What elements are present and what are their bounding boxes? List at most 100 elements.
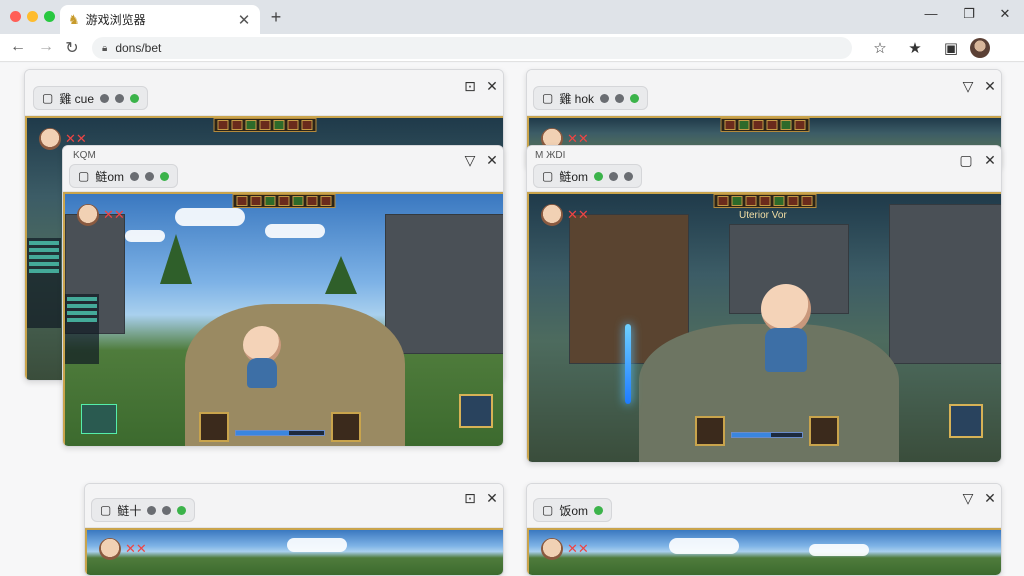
back-icon[interactable]: ← [8,38,28,56]
ability-slot[interactable] [199,412,229,442]
tab-title: 游戏浏览器 [85,13,146,27]
window-tab-pill[interactable]: ▢ 雞 hok [533,86,649,110]
star-icon[interactable]: ☆ [870,39,890,57]
status-dot [609,171,619,181]
magic-beam [625,324,631,404]
window-maximize-icon[interactable]: ▢ [957,152,975,169]
player-portrait [541,538,563,560]
window-pin-icon[interactable]: ▽ [461,152,479,169]
window-close-icon[interactable]: ✕ [483,152,501,169]
status-dot [147,505,157,515]
address-input[interactable] [115,41,716,55]
side-panel [27,238,61,328]
game-viewport[interactable]: ✕✕ [63,192,503,446]
window-title: 饭om [559,503,589,518]
ability-slot[interactable] [809,416,839,446]
game-window-3[interactable]: KQM ▢ 鲢om ▽ ✕ ✕✕ [62,145,504,447]
game-window-4[interactable]: M ЖDI ▢ 鲢om ▢ ✕ Uterior Vor ✕✕ [526,145,1002,463]
window-tab-pill[interactable]: ▢ 鲢om [69,164,179,188]
extension-icon[interactable]: ★ [905,39,925,57]
address-bar[interactable]: 🔒︎ [92,37,852,59]
status-dot-green [177,505,187,515]
window-pin-icon[interactable]: ▽ [959,490,977,507]
cloud [809,544,869,556]
game-viewport[interactable]: ✕✕ [527,528,1001,575]
game-window-5[interactable]: ▢ 鲢十 ⊡ ✕ ✕✕ [84,483,504,576]
ability-slot[interactable] [695,416,725,446]
status-dot [624,171,634,181]
tab-strip: ♞ 游戏浏览器 ✕ + — ❐ ✕ [0,0,1024,34]
close-button[interactable]: ✕ [994,6,1016,22]
player-portrait [99,538,121,560]
status-dot [600,93,610,103]
window-tab-pill[interactable]: ▢ 雞 cue [33,86,149,110]
window-header: ▢ 雞 hok ▽ ✕ [527,70,1001,116]
sidebar-icon[interactable]: ▣ [941,39,961,57]
new-tab-button[interactable]: + [266,7,286,28]
window-close-icon[interactable]: ✕ [981,78,999,95]
status-dot-green [130,93,140,103]
window-pin-icon[interactable]: ⊡ [461,78,479,95]
hud-top-bar [232,194,336,208]
status-dot-green [594,171,604,181]
status-dot-green [594,505,604,515]
window-title: 雞 cue [59,91,95,106]
folder-icon: ▢ [542,91,554,105]
window-close-icon[interactable]: ✕ [981,490,999,507]
cloud [125,230,165,242]
mana-bar [731,432,803,438]
minimap[interactable] [81,404,117,434]
hud-top-bar [720,118,810,132]
tree [325,256,357,294]
maximize-window-dot[interactable] [44,11,55,22]
hud-top-bar [713,194,817,208]
status-dot [145,171,155,181]
stone-house [889,204,1001,364]
stone-house [385,214,503,354]
window-close-icon[interactable]: ✕ [483,78,501,95]
window-tab-pill[interactable]: ▢ 鲢om [533,164,643,188]
reload-icon[interactable]: ↻ [62,38,82,58]
window-pin-icon[interactable]: ⊡ [461,490,479,507]
weapon-slot[interactable] [949,404,983,438]
tab-close-icon[interactable]: ✕ [236,11,252,29]
weapon-slot[interactable] [459,394,493,428]
cloud [669,538,739,554]
close-window-dot[interactable] [10,11,21,22]
status-dot-green [630,93,640,103]
player-portrait [541,204,563,226]
window-close-icon[interactable]: ✕ [981,152,999,169]
cloud [287,538,347,552]
status-dot [100,93,110,103]
window-tab-pill[interactable]: ▢ 鲢十 [91,498,196,522]
window-title: 雞 hok [559,91,595,106]
area-banner: Uterior Vor [739,210,787,221]
window-title: 鲢om [559,169,589,184]
profile-avatar[interactable] [970,38,990,58]
window-tab-pill[interactable]: ▢ 饭om [533,498,613,522]
window-header: KQM ▢ 鲢om ▽ ✕ [63,146,503,192]
hud-mark: ✕✕ [125,542,147,557]
game-viewport[interactable]: ✕✕ [85,528,503,575]
page-content: ▢ 雞 cue ⊡ ✕ ✕✕ ▢ 雞 hok ▽ ✕ ✕✕ KQM ▢ 鲢om … [0,63,1024,576]
lock-icon: 🔒︎ [102,42,108,54]
restore-button[interactable]: ❐ [958,6,980,22]
window-caption: KQM [73,150,96,161]
game-viewport[interactable]: Uterior Vor ✕✕ [527,192,1001,462]
window-close-icon[interactable]: ✕ [483,490,501,507]
status-dot [615,93,625,103]
window-title: 鲢om [95,169,125,184]
active-tab[interactable]: ♞ 游戏浏览器 ✕ [60,5,260,34]
ability-slot[interactable] [331,412,361,442]
minimize-button[interactable]: — [920,6,942,21]
window-pin-icon[interactable]: ▽ [959,78,977,95]
forward-icon[interactable]: → [36,38,56,56]
hud-mark: ✕✕ [103,208,125,223]
status-dot-green [160,171,170,181]
browser-toolbar: ← → ↻ 🔒︎ ☆ ★ ▣ [0,34,1024,62]
window-title: 鲢十 [117,503,142,518]
window-header: ▢ 鲢十 ⊡ ✕ [85,484,503,528]
window-header: M ЖDI ▢ 鲢om ▢ ✕ [527,146,1001,192]
game-window-6[interactable]: ▢ 饭om ▽ ✕ ✕✕ [526,483,1002,576]
minimize-window-dot[interactable] [27,11,38,22]
